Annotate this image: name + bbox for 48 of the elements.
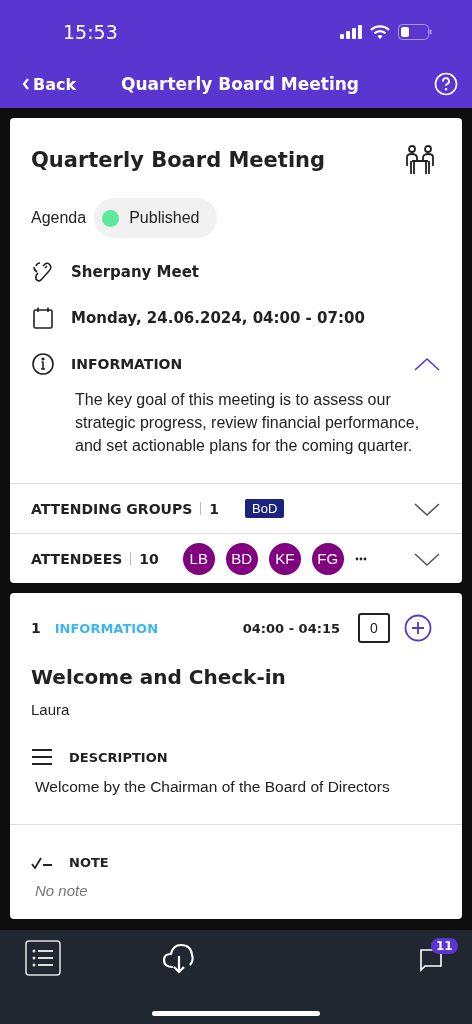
status-label: Published xyxy=(129,209,200,227)
attendee-avatar[interactable]: LB xyxy=(182,542,215,575)
back-button[interactable]: Back xyxy=(22,74,77,94)
group-tag: BoD xyxy=(245,499,285,518)
attending-groups-count: 1 xyxy=(209,500,219,517)
check-note-icon xyxy=(31,855,53,870)
attendee-avatar[interactable]: KF xyxy=(268,542,301,575)
status-time: 15:53 xyxy=(63,21,118,43)
expand-chevron-icon[interactable] xyxy=(413,500,441,517)
wifi-icon xyxy=(370,25,390,39)
agenda-label: Agenda xyxy=(31,209,87,227)
attendee-avatar[interactable]: BD xyxy=(225,542,258,575)
item-type: INFORMATION xyxy=(54,620,159,636)
people-icon xyxy=(404,144,436,176)
item-number: 1 xyxy=(31,620,41,636)
attending-groups-label: ATTENDING GROUPS xyxy=(31,500,193,517)
note-text: No note xyxy=(34,881,89,901)
item-title: Welcome and Check-in xyxy=(30,664,287,689)
attendees-label: ATTENDEES xyxy=(31,550,123,567)
description-heading: DESCRIPTION xyxy=(69,749,168,765)
chevron-left-icon[interactable] xyxy=(22,78,30,90)
information-text: The key goal of this meeting is to assess our strategic progress, review financial performance, and set actionable plans for the coming quarter. xyxy=(75,390,421,456)
list-icon[interactable] xyxy=(25,940,61,976)
presenter-name: Laura xyxy=(30,700,71,718)
attendee-avatar[interactable]: FG xyxy=(311,542,344,575)
signal-icon xyxy=(340,25,362,39)
phone-icon xyxy=(31,260,55,284)
information-heading: INFORMATION xyxy=(71,356,183,372)
page-title: Quarterly Board Meeting xyxy=(120,74,360,94)
more-icon[interactable] xyxy=(354,556,367,561)
attendees-count: 10 xyxy=(139,550,159,567)
add-icon[interactable] xyxy=(404,614,432,642)
collapse-chevron-icon[interactable] xyxy=(413,356,441,372)
item-time: 04:00 - 04:15 xyxy=(242,620,340,636)
date-text: Monday, 24.06.2024, 04:00 - 07:00 xyxy=(71,309,365,327)
help-icon[interactable] xyxy=(434,72,458,96)
meeting-title: Quarterly Board Meeting xyxy=(31,148,326,172)
info-icon xyxy=(31,352,55,376)
location-text: Sherpany Meet xyxy=(71,263,200,281)
comment-count-button[interactable]: 0 xyxy=(358,613,390,643)
cloud-download-icon[interactable] xyxy=(162,943,196,975)
expand-chevron-icon[interactable] xyxy=(413,550,441,567)
note-heading: NOTE xyxy=(69,855,109,870)
battery-icon xyxy=(398,24,432,40)
description-text: Welcome by the Chairman of the Board of Directors xyxy=(34,777,391,797)
menu-lines-icon xyxy=(31,748,53,766)
calendar-icon xyxy=(31,306,55,330)
comment-count-badge: 11 xyxy=(431,938,458,954)
